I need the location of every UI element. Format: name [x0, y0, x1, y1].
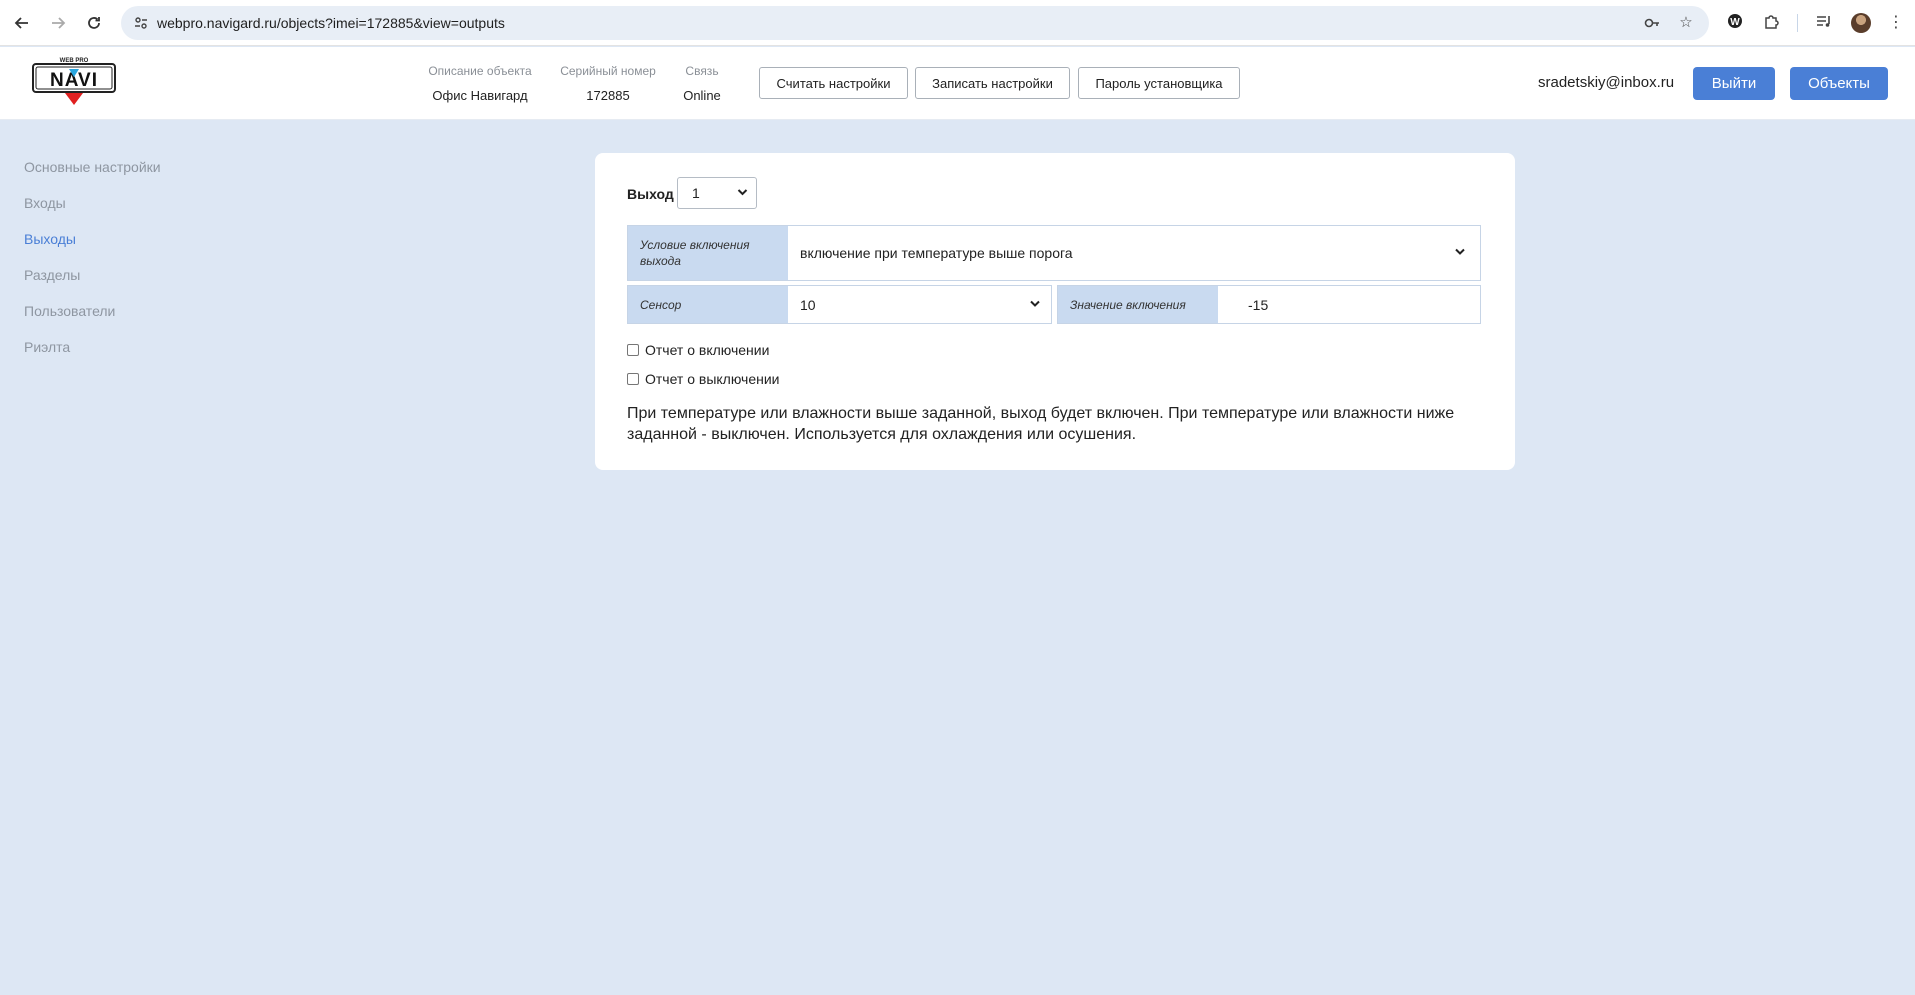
reload-icon[interactable] — [82, 11, 106, 35]
read-settings-button[interactable]: Считать настройки — [759, 67, 908, 99]
report-off-checkbox[interactable] — [627, 373, 639, 385]
sidebar-item-users[interactable]: Пользователи — [24, 301, 161, 337]
chevron-down-icon — [737, 178, 748, 220]
toolbar-divider — [1797, 14, 1798, 32]
sensor-select-value: 10 — [800, 296, 816, 313]
condition-row: Условие включения выхода включение при т… — [627, 225, 1481, 281]
report-on-checkbox[interactable] — [627, 344, 639, 356]
threshold-label: Значение включения — [1058, 286, 1218, 323]
browser-toolbar: webpro.navigard.ru/objects?imei=172885&v… — [0, 0, 1915, 46]
write-settings-button[interactable]: Записать настройки — [915, 67, 1070, 99]
serial-number-label: Серийный номер — [560, 64, 656, 78]
report-on-label[interactable]: Отчет о включении — [645, 342, 769, 358]
profile-avatar[interactable] — [1851, 13, 1871, 33]
site-settings-icon[interactable] — [133, 15, 149, 31]
connection-value: Online — [683, 88, 721, 103]
password-key-icon[interactable] — [1643, 14, 1661, 32]
sensor-select[interactable]: 10 — [788, 286, 1051, 323]
app-header: WEB PRO NAVI Описание объекта Офис Навиг… — [0, 47, 1915, 120]
report-on-checkbox-row[interactable]: Отчет о включении — [627, 342, 769, 358]
navi-logo[interactable]: WEB PRO NAVI — [31, 55, 117, 105]
sidebar-item-sections[interactable]: Разделы — [24, 265, 161, 301]
media-control-icon[interactable] — [1813, 12, 1835, 34]
url-text[interactable]: webpro.navigard.ru/objects?imei=172885&v… — [157, 15, 505, 31]
sidebar-item-outputs[interactable]: Выходы — [24, 229, 161, 265]
serial-number: Серийный номер 172885 — [548, 64, 668, 103]
connection-status: Связь Online — [672, 64, 732, 103]
sidebar-item-main-settings[interactable]: Основные настройки — [24, 157, 161, 193]
condition-select[interactable]: включение при температуре выше порога — [788, 226, 1480, 280]
objects-button[interactable]: Объекты — [1790, 67, 1888, 100]
sidebar-item-inputs[interactable]: Входы — [24, 193, 161, 229]
report-off-checkbox-row[interactable]: Отчет о выключении — [627, 371, 780, 387]
sidebar-nav: Основные настройки Входы Выходы Разделы … — [24, 157, 161, 373]
extension-icon[interactable]: W — [1724, 12, 1746, 34]
installer-password-button[interactable]: Пароль установщика — [1078, 67, 1240, 99]
output-select-value: 1 — [692, 185, 700, 201]
serial-number-value: 172885 — [586, 88, 630, 103]
output-mode-description: При температуре или влажности выше задан… — [627, 405, 1455, 443]
chevron-down-icon — [1454, 246, 1466, 261]
puzzle-icon[interactable] — [1761, 12, 1783, 34]
logout-button[interactable]: Выйти — [1693, 67, 1775, 100]
forward-icon[interactable] — [46, 11, 70, 35]
report-off-label[interactable]: Отчет о выключении — [645, 371, 780, 387]
sidebar-item-rielta[interactable]: Риэлта — [24, 337, 161, 373]
output-settings-card: Выход 1 Условие включения выхода включен… — [595, 153, 1515, 470]
svg-text:W: W — [1730, 17, 1740, 28]
user-email: sradetskiy@inbox.ru — [1538, 74, 1675, 91]
threshold-input-value: -15 — [1248, 296, 1269, 313]
sensor-row: Сенсор 10 — [627, 285, 1052, 324]
menu-kebab-icon[interactable]: ⋮ — [1885, 12, 1907, 34]
address-bar[interactable]: webpro.navigard.ru/objects?imei=172885&v… — [121, 6, 1709, 40]
chevron-down-icon — [1029, 297, 1041, 312]
threshold-input[interactable]: -15 — [1218, 286, 1480, 323]
sensor-label: Сенсор — [628, 286, 788, 323]
object-description-value: Офис Навигард — [432, 88, 528, 103]
bookmark-star-icon[interactable]: ☆ — [1677, 14, 1695, 32]
object-description-label: Описание объекта — [428, 64, 532, 78]
condition-select-value: включение при температуре выше порога — [800, 245, 1073, 261]
object-description: Описание объекта Офис Навигард — [420, 64, 540, 103]
threshold-row: Значение включения -15 — [1057, 285, 1481, 324]
condition-label: Условие включения выхода — [628, 226, 788, 280]
output-label: Выход — [627, 186, 674, 202]
connection-label: Связь — [685, 64, 719, 78]
output-select[interactable]: 1 — [677, 177, 757, 209]
back-icon[interactable] — [10, 11, 34, 35]
